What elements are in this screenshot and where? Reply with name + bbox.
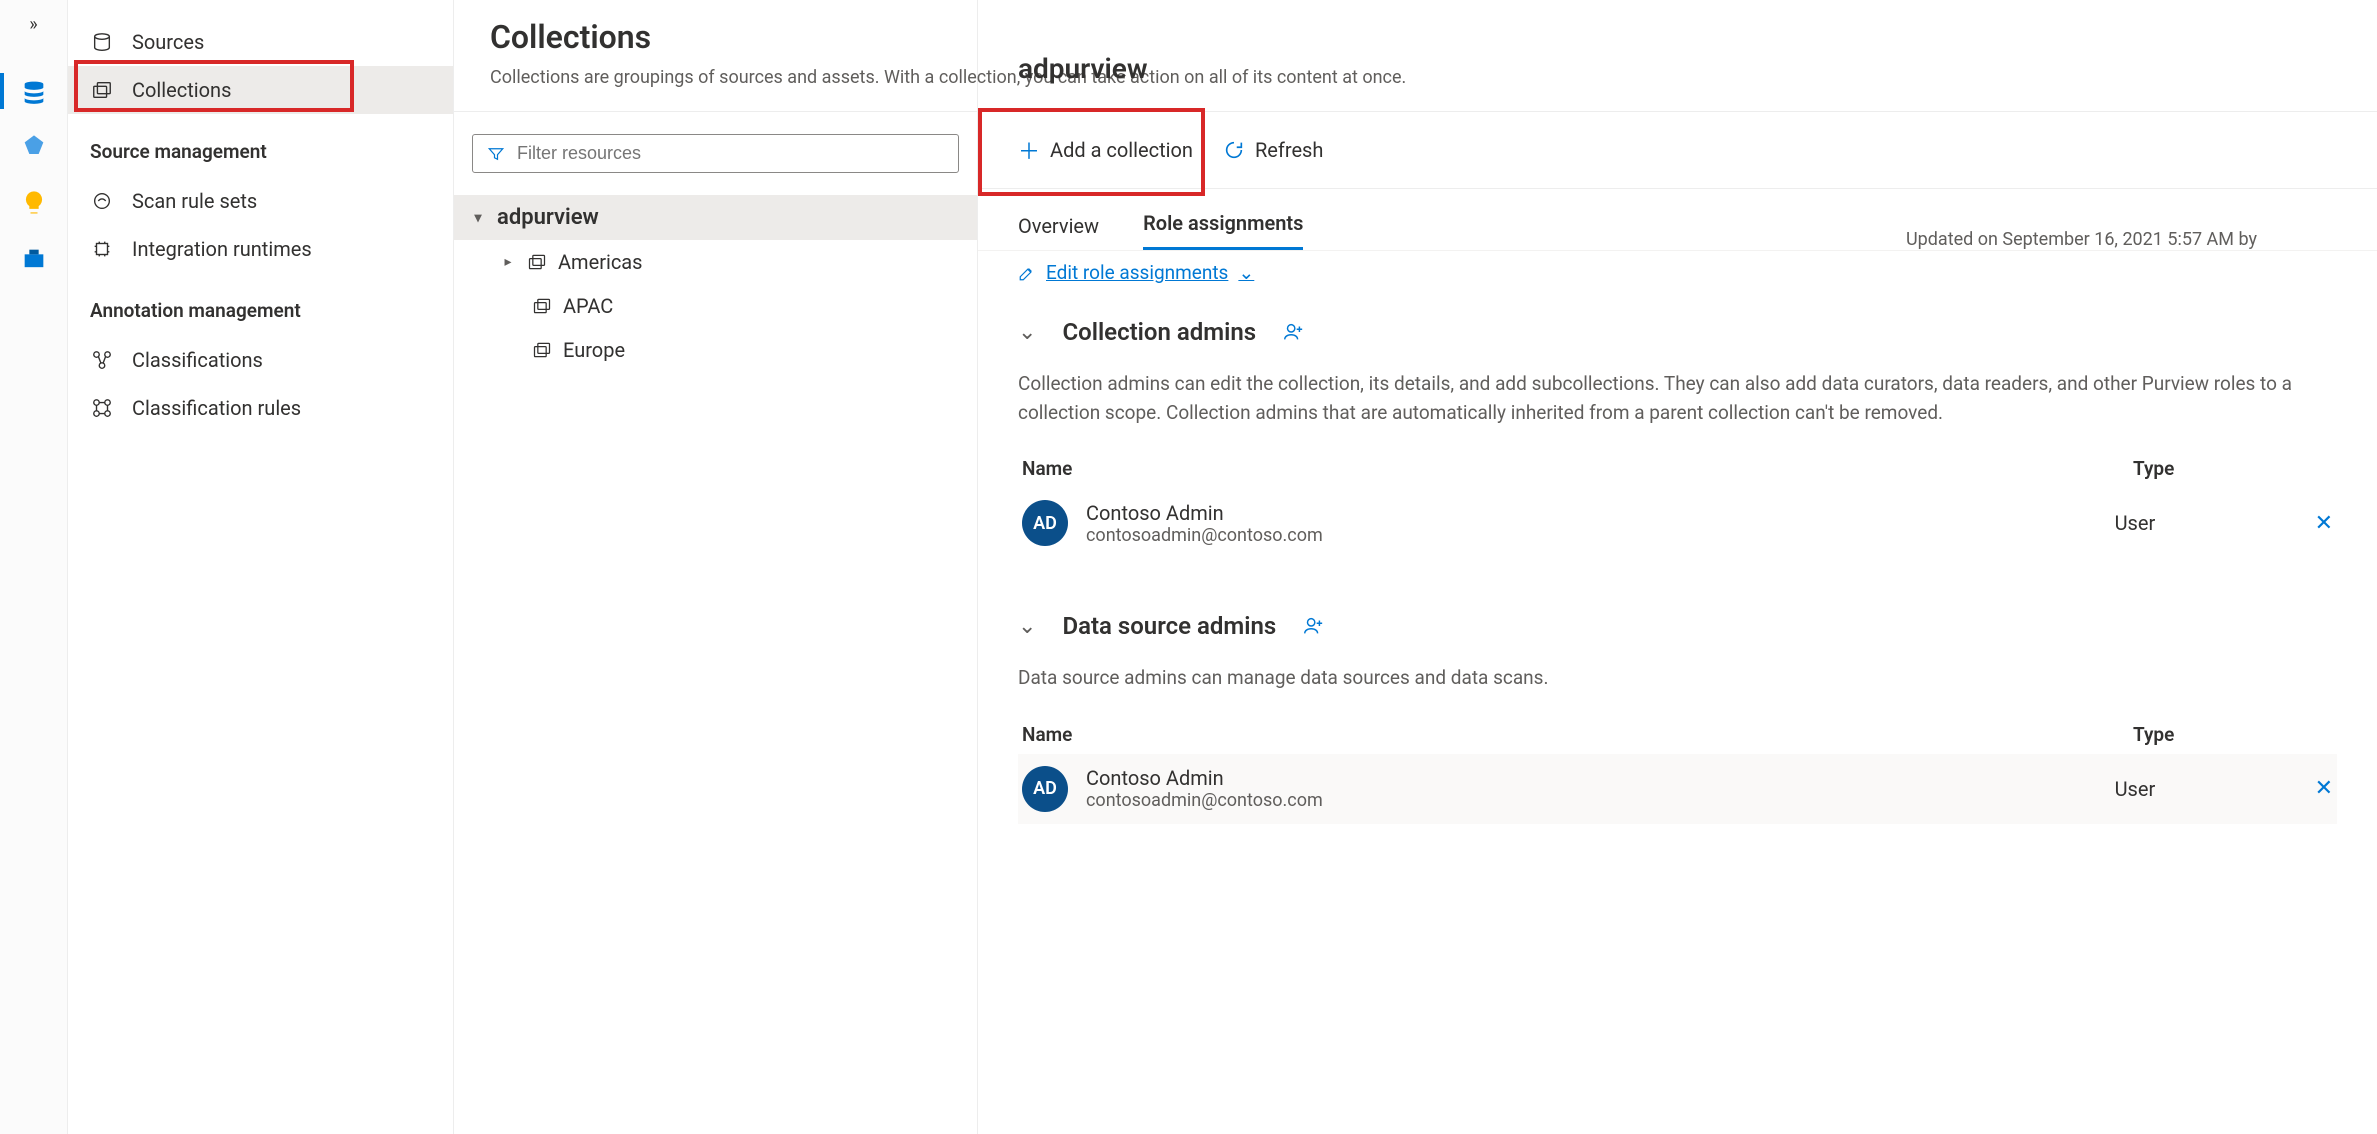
chevron-down-icon: ⌄ — [1238, 261, 1254, 284]
scan-rule-sets-icon — [90, 190, 114, 212]
add-collection-button[interactable]: ＋ Add a collection — [1018, 134, 1193, 166]
role-section-collection-admins: ⌄ Collection admins Collection admins ca… — [1018, 318, 2337, 558]
tree-panel: Collections Collections are groupings of… — [454, 0, 978, 1134]
updated-on: Updated on September 16, 2021 5:57 AM by — [1906, 229, 2257, 250]
role-row: AD Contoso Admin contosoadmin@contoso.co… — [1018, 754, 2337, 824]
edit-roles-label: Edit role assignments — [1046, 261, 1228, 284]
tree-label: APAC — [563, 294, 613, 318]
caret-down-icon[interactable]: ▾ — [470, 210, 486, 226]
role-description: Collection admins can edit the collectio… — [1018, 370, 2337, 427]
tree-item-europe[interactable]: Europe — [454, 328, 977, 372]
tree-label: Europe — [563, 338, 625, 362]
collection-title: adpurview — [1018, 52, 1148, 85]
person-email: contosoadmin@contoso.com — [1086, 525, 2115, 546]
remove-icon[interactable]: ✕ — [2315, 511, 2333, 536]
tree-label: adpurview — [497, 205, 599, 230]
caret-right-icon[interactable]: ▸ — [500, 254, 516, 270]
collections-icon — [90, 79, 114, 101]
add-collection-label: Add a collection — [1050, 138, 1193, 162]
collection-icon — [532, 340, 552, 360]
person: Contoso Admin contosoadmin@contoso.com — [1086, 766, 2115, 811]
main-panel: adpurview ＋ Add a collection Refresh Ove… — [978, 0, 2377, 1134]
role-table-header: Name Type — [1018, 457, 2337, 488]
icon-rail: » — [0, 0, 68, 1134]
rail-management-icon[interactable] — [0, 231, 68, 287]
nav-item-scan-rule-sets[interactable]: Scan rule sets — [68, 177, 453, 225]
filter-input[interactable] — [517, 143, 944, 164]
add-user-icon[interactable] — [1302, 615, 1324, 637]
person-email: contosoadmin@contoso.com — [1086, 790, 2115, 811]
tree-root-adpurview[interactable]: ▾ adpurview — [454, 195, 977, 240]
refresh-button[interactable]: Refresh — [1223, 138, 1323, 162]
collection-icon — [532, 296, 552, 316]
tab-overview[interactable]: Overview — [1018, 214, 1099, 250]
remove-icon[interactable]: ✕ — [2315, 776, 2333, 801]
nav-item-integration-runtimes[interactable]: Integration runtimes — [68, 225, 453, 273]
nav-label: Scan rule sets — [132, 189, 257, 213]
plus-icon: ＋ — [1018, 134, 1040, 166]
nav-item-classifications[interactable]: Classifications — [68, 336, 453, 384]
nav-section-annotation: Annotation management — [68, 273, 453, 336]
tree-list: ▾ adpurview ▸ Americas APAC Eur — [454, 195, 977, 372]
nav-item-sources[interactable]: Sources — [68, 18, 453, 66]
tab-role-assignments[interactable]: Role assignments — [1143, 211, 1303, 250]
person-name: Contoso Admin — [1086, 766, 2115, 790]
person-type: User — [2115, 511, 2315, 535]
filter-icon — [487, 145, 505, 163]
role-title: Data source admins — [1062, 612, 1276, 640]
tree-item-apac[interactable]: APAC — [454, 284, 977, 328]
role-row: AD Contoso Admin contosoadmin@contoso.co… — [1018, 488, 2337, 558]
nav-label: Integration runtimes — [132, 237, 312, 261]
nav-label: Collections — [132, 78, 231, 102]
expand-rail-icon[interactable]: » — [29, 14, 37, 35]
sources-icon — [90, 31, 114, 53]
add-user-icon[interactable] — [1282, 321, 1304, 343]
rail-catalog-icon[interactable] — [0, 119, 68, 175]
filter-resources[interactable] — [472, 134, 959, 173]
person-name: Contoso Admin — [1086, 501, 2115, 525]
toolbar: ＋ Add a collection Refresh — [978, 112, 2377, 189]
role-section-data-source-admins: ⌄ Data source admins Data source admins … — [1018, 612, 2337, 824]
edit-icon — [1018, 264, 1036, 282]
role-heading: ⌄ Collection admins — [1018, 318, 2337, 346]
main-header-spacer — [978, 0, 2377, 112]
col-type: Type — [2133, 723, 2333, 746]
rail-insights-icon[interactable] — [0, 175, 68, 231]
classification-rules-icon — [90, 397, 114, 419]
refresh-label: Refresh — [1255, 138, 1323, 162]
nav-section-source-mgmt: Source management — [68, 114, 453, 177]
nav-item-classification-rules[interactable]: Classification rules — [68, 384, 453, 432]
avatar: AD — [1022, 766, 1068, 812]
chevron-down-icon[interactable]: ⌄ — [1018, 614, 1036, 639]
col-name: Name — [1022, 457, 2133, 480]
collection-header: adpurview — [978, 26, 1188, 85]
edit-role-assignments[interactable]: Edit role assignments ⌄ — [1018, 261, 1254, 284]
nav-label: Classifications — [132, 348, 263, 372]
tree-item-americas[interactable]: ▸ Americas — [454, 240, 977, 284]
nav-item-collections[interactable]: Collections — [68, 66, 453, 114]
integration-runtimes-icon — [90, 238, 114, 260]
avatar: AD — [1022, 500, 1068, 546]
col-type: Type — [2133, 457, 2333, 480]
refresh-icon — [1223, 139, 1245, 161]
person: Contoso Admin contosoadmin@contoso.com — [1086, 501, 2115, 546]
role-heading: ⌄ Data source admins — [1018, 612, 2337, 640]
side-nav: Sources Collections Source management Sc… — [68, 0, 454, 1134]
classifications-icon — [90, 349, 114, 371]
person-type: User — [2115, 777, 2315, 801]
collection-icon — [527, 252, 547, 272]
role-assignments-content: Edit role assignments ⌄ ⌄ Collection adm… — [978, 251, 2377, 1134]
chevron-down-icon[interactable]: ⌄ — [1018, 320, 1036, 345]
role-description: Data source admins can manage data sourc… — [1018, 664, 2337, 693]
tabs: Overview Role assignments Updated on Sep… — [978, 189, 2377, 251]
nav-label: Classification rules — [132, 396, 301, 420]
role-table-header: Name Type — [1018, 723, 2337, 754]
role-title: Collection admins — [1062, 318, 1256, 346]
tree-label: Americas — [558, 250, 643, 274]
nav-label: Sources — [132, 30, 204, 54]
col-name: Name — [1022, 723, 2133, 746]
rail-data-map-icon[interactable] — [0, 63, 68, 119]
